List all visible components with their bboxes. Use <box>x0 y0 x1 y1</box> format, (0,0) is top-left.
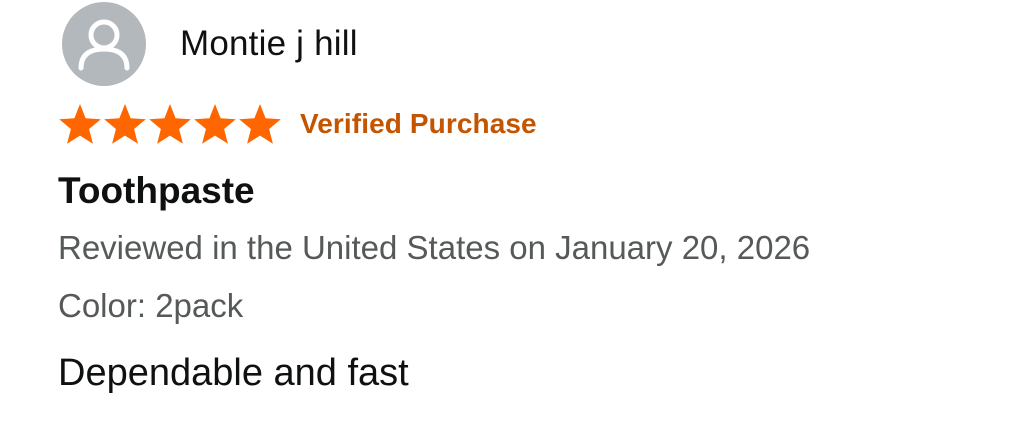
review-card: Montie j hill Verified Purchase Toothpas… <box>0 0 1024 429</box>
star-icon <box>238 103 282 145</box>
avatar[interactable] <box>62 2 146 86</box>
star-icon <box>148 103 192 145</box>
reviewer-name[interactable]: Montie j hill <box>180 24 358 64</box>
star-rating[interactable] <box>58 103 283 145</box>
reviewer-profile[interactable]: Montie j hill <box>62 2 358 86</box>
star-icon <box>58 103 102 145</box>
review-variant: Color: 2pack <box>58 287 244 324</box>
rating-row: Verified Purchase <box>58 100 537 148</box>
star-icon <box>193 103 237 145</box>
review-date: Reviewed in the United States on January… <box>58 229 811 266</box>
star-icon <box>103 103 147 145</box>
verified-purchase-badge[interactable]: Verified Purchase <box>300 108 537 140</box>
user-silhouette-icon <box>78 19 130 71</box>
review-title[interactable]: Toothpaste <box>58 166 255 216</box>
review-body: Dependable and fast <box>58 352 409 394</box>
